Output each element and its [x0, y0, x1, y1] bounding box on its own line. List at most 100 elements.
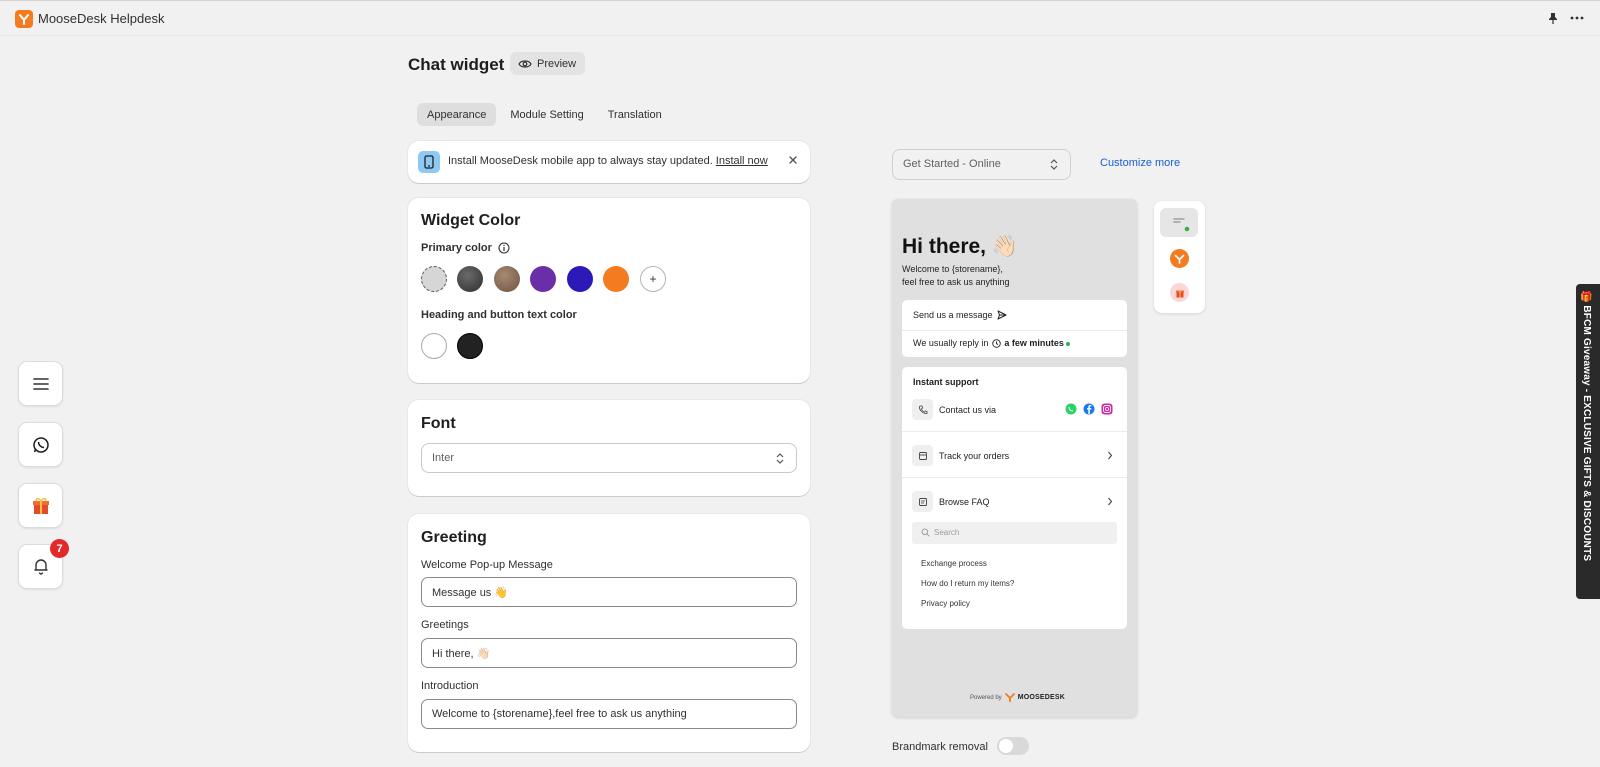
menu-button[interactable] [18, 361, 63, 406]
gift-icon [32, 497, 49, 514]
contact-via-label: Contact us via [939, 405, 997, 415]
brand-name: MOOSEDESK [1017, 694, 1065, 701]
instagram-icon[interactable] [1101, 403, 1113, 415]
instant-support-card: Instant support Contact us via Track you… [902, 367, 1127, 629]
greetings-field[interactable]: Hi there, 👋🏻 [421, 638, 797, 668]
online-status-dot [1065, 341, 1070, 346]
close-icon[interactable] [788, 155, 798, 165]
search-placeholder: Search [934, 528, 960, 537]
bfcm-giveaway-tab[interactable]: 🎁 BFCM Giveaway - EXCLUSIVE GIFTS & DISC… [1576, 284, 1600, 599]
introduction-value: Welcome to {storename},feel free to ask … [432, 708, 687, 720]
send-message-card[interactable]: Send us a message We usually reply in a … [902, 300, 1127, 357]
brandmark-removal-label: Brandmark removal [892, 741, 988, 753]
banner-text: Install MooseDesk mobile app to always s… [448, 155, 713, 167]
top-bar: MooseDesk Helpdesk [0, 0, 1600, 36]
more-options-icon[interactable] [1570, 12, 1584, 24]
popup-message-label: Welcome Pop-up Message [421, 559, 553, 571]
widget-greeting: Hi there, 👋🏻 [902, 235, 1019, 258]
preview-button-label: Preview [537, 57, 577, 70]
send-message-label: Send us a message [913, 310, 993, 320]
widget-preview: Hi there, 👋🏻 Welcome to {storename}, fee… [892, 199, 1137, 717]
status-select[interactable]: Get Started - Online [892, 149, 1071, 180]
banner-message: Install MooseDesk mobile app to always s… [448, 155, 768, 167]
font-card: Font Inter [408, 400, 810, 496]
brandmark-removal-toggle[interactable] [997, 737, 1029, 755]
primary-color-swatch[interactable] [530, 266, 556, 292]
whatsapp-button[interactable] [18, 422, 63, 467]
tab-appearance[interactable]: Appearance [417, 103, 497, 126]
chevron-right-icon [1107, 497, 1113, 506]
primary-color-swatch[interactable] [603, 266, 629, 292]
text-color-swatch-white[interactable] [421, 333, 447, 359]
bell-icon [34, 559, 47, 575]
customize-more-link[interactable]: Customize more [1100, 157, 1180, 169]
font-select-value: Inter [432, 452, 455, 464]
pin-icon[interactable] [1547, 12, 1559, 25]
moosedesk-launcher-icon[interactable] [1170, 249, 1189, 268]
add-color-button[interactable]: + [640, 266, 666, 292]
primary-color-swatch[interactable] [567, 266, 593, 292]
chevron-right-icon [1107, 451, 1113, 460]
greetings-label: Greetings [421, 619, 469, 631]
giveaway-text: 🎁 BFCM Giveaway - EXCLUSIVE GIFTS & DISC… [1581, 290, 1592, 562]
chat-launcher-icon[interactable] [1160, 208, 1198, 237]
moosedesk-logo-icon [1004, 693, 1015, 702]
widget-welcome-line2: feel free to ask us anything [902, 277, 1010, 287]
primary-color-swatch[interactable] [494, 266, 520, 292]
divider [902, 477, 1127, 478]
text-color-label: Heading and button text color [421, 309, 577, 321]
primary-color-label: Primary color [421, 242, 492, 254]
page-title: Chat widget [408, 55, 505, 74]
greeting-card: Greeting Welcome Pop-up Message Message … [408, 514, 810, 752]
moosedesk-logo-icon [15, 10, 33, 28]
powered-by-label: Powered by [970, 694, 1002, 701]
install-app-banner: Install MooseDesk mobile app to always s… [408, 141, 810, 183]
install-now-link[interactable]: Install now [716, 155, 768, 167]
popup-message-value: Message us 👋 [432, 587, 509, 599]
select-arrows-icon [776, 452, 784, 465]
greeting-title: Greeting [421, 529, 487, 546]
menu-icon [32, 377, 49, 390]
divider [902, 330, 1127, 331]
track-orders-label[interactable]: Track your orders [939, 451, 1009, 461]
faq-item[interactable]: Exchange process [921, 559, 987, 568]
package-icon [912, 445, 933, 466]
clock-icon [992, 339, 1001, 348]
primary-color-swatch[interactable] [457, 266, 483, 292]
widget-welcome-line1: Welcome to {storename}, [902, 264, 1003, 274]
eye-icon [518, 59, 532, 68]
browse-faq-label[interactable]: Browse FAQ [939, 497, 990, 507]
reply-time-text: We usually reply in a few minutes [913, 338, 1070, 348]
tab-module-setting[interactable]: Module Setting [500, 103, 593, 126]
greetings-value: Hi there, 👋🏻 [432, 648, 491, 660]
toggle-knob [999, 739, 1013, 753]
widget-welcome: Welcome to {storename}, feel free to ask… [902, 263, 1010, 289]
faq-item[interactable]: How do I return my items? [921, 579, 1014, 588]
faq-search-input[interactable]: Search [912, 522, 1117, 544]
powered-by: Powered by MOOSEDESK [970, 693, 1065, 702]
gift-launcher-icon[interactable] [1170, 283, 1189, 302]
mobile-phone-icon [418, 151, 440, 173]
phone-icon [912, 399, 933, 420]
app-title: MooseDesk Helpdesk [38, 11, 165, 26]
preview-button[interactable]: Preview [510, 52, 586, 75]
info-icon[interactable] [498, 242, 510, 254]
introduction-field[interactable]: Welcome to {storename},feel free to ask … [421, 699, 797, 729]
primary-color-swatch[interactable] [421, 266, 447, 292]
tab-translation[interactable]: Translation [598, 103, 672, 126]
reply-time: a few minutes [1004, 338, 1064, 348]
introduction-label: Introduction [421, 680, 479, 692]
popup-message-field[interactable]: Message us 👋 [421, 577, 797, 607]
whatsapp-icon[interactable] [1065, 403, 1077, 415]
instant-support-title: Instant support [913, 377, 979, 387]
text-color-swatch-black[interactable] [457, 333, 483, 359]
select-arrows-icon [1050, 158, 1058, 171]
whatsapp-icon [32, 436, 49, 453]
faq-item[interactable]: Privacy policy [921, 599, 970, 608]
facebook-icon[interactable] [1083, 403, 1095, 415]
tab-bar: Appearance Module Setting Translation [417, 103, 672, 126]
widget-color-card: Widget Color Primary color + Heading and… [408, 198, 810, 383]
font-select[interactable]: Inter [421, 443, 797, 473]
gift-button[interactable] [18, 483, 63, 528]
divider [902, 431, 1127, 432]
